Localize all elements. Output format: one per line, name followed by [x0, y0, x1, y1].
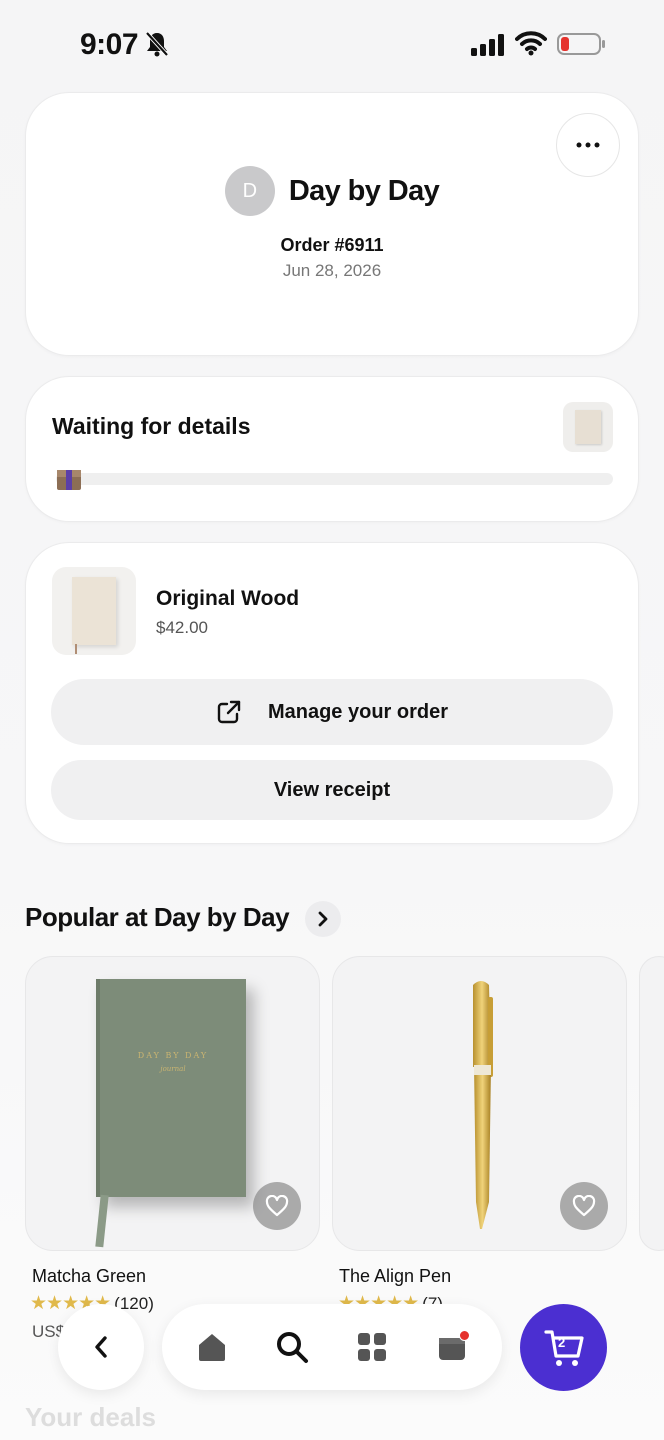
back-button[interactable] — [58, 1304, 144, 1390]
order-date: Jun 28, 2026 — [282, 261, 382, 280]
shop-avatar: D — [224, 166, 275, 216]
product-name[interactable]: The Align Pen — [339, 1266, 451, 1287]
journal-cover-subtitle: journal — [160, 1065, 186, 1073]
search-icon — [277, 1332, 308, 1363]
favorite-button[interactable] — [560, 1182, 608, 1230]
heart-icon — [265, 1195, 289, 1217]
status-time: 9:07 — [80, 28, 139, 61]
chevron-right-icon — [318, 911, 328, 927]
wifi-icon — [515, 31, 547, 56]
nav-deals[interactable] — [432, 1327, 472, 1367]
order-item-card: Original Wood $42.00 Manage your order V… — [25, 542, 639, 844]
view-receipt-label: View receipt — [273, 778, 391, 801]
more-icon — [576, 142, 600, 148]
product-name[interactable]: Matcha Green — [32, 1266, 146, 1287]
shop-card: D Day by Day Order #6911 Jun 28, 2026 — [25, 92, 639, 356]
order-number: Order #6911 — [280, 235, 384, 255]
shop-header[interactable]: D Day by Day — [26, 166, 638, 216]
shop-name: Day by Day — [288, 174, 440, 207]
favorite-button[interactable] — [253, 1182, 301, 1230]
product-card-align-pen[interactable] — [332, 956, 627, 1251]
manage-order-button[interactable]: Manage your order — [51, 679, 613, 745]
product-card-partial[interactable] — [639, 956, 664, 1251]
home-icon — [199, 1334, 225, 1361]
heart-icon — [572, 1195, 596, 1217]
journal-image: DAY BY DAY journal — [96, 979, 246, 1197]
nav-search[interactable] — [272, 1327, 312, 1367]
cart-button[interactable]: 2 — [520, 1304, 607, 1391]
item-name[interactable]: Original Wood — [156, 587, 299, 611]
shipment-status-card[interactable]: Waiting for details — [25, 376, 639, 522]
product-card-matcha-green[interactable]: DAY BY DAY journal — [25, 956, 320, 1251]
shipment-progress-bar — [56, 473, 613, 485]
signal-icon — [471, 34, 504, 56]
nav-home[interactable] — [192, 1327, 232, 1367]
back-icon — [95, 1336, 107, 1358]
book-image — [72, 577, 116, 654]
journal-cover-title: DAY BY DAY — [137, 1051, 209, 1060]
shipment-status-title: Waiting for details — [52, 413, 251, 439]
popular-see-all-button[interactable] — [305, 901, 341, 937]
box-icon — [57, 470, 81, 490]
cart-count: 2 — [558, 1335, 566, 1350]
bottom-nav — [162, 1304, 502, 1390]
popular-section-title[interactable]: Popular at Day by Day — [25, 902, 290, 933]
battery-icon — [557, 33, 605, 55]
status-bar: 9:07 — [0, 0, 664, 90]
manage-order-label: Manage your order — [267, 700, 449, 723]
item-price: $42.00 — [156, 618, 208, 637]
next-section-title: Your deals — [25, 1402, 157, 1432]
view-receipt-button[interactable]: View receipt — [51, 760, 613, 820]
ribbon-bookmark — [95, 1194, 109, 1248]
bell-slash-icon — [145, 31, 169, 57]
categories-icon — [358, 1333, 386, 1361]
external-link-icon — [217, 700, 241, 724]
notification-dot — [459, 1330, 470, 1341]
shipment-item-thumbnail — [563, 402, 613, 452]
book-image — [575, 410, 601, 444]
nav-categories[interactable] — [352, 1327, 392, 1367]
item-thumbnail[interactable] — [52, 567, 136, 655]
